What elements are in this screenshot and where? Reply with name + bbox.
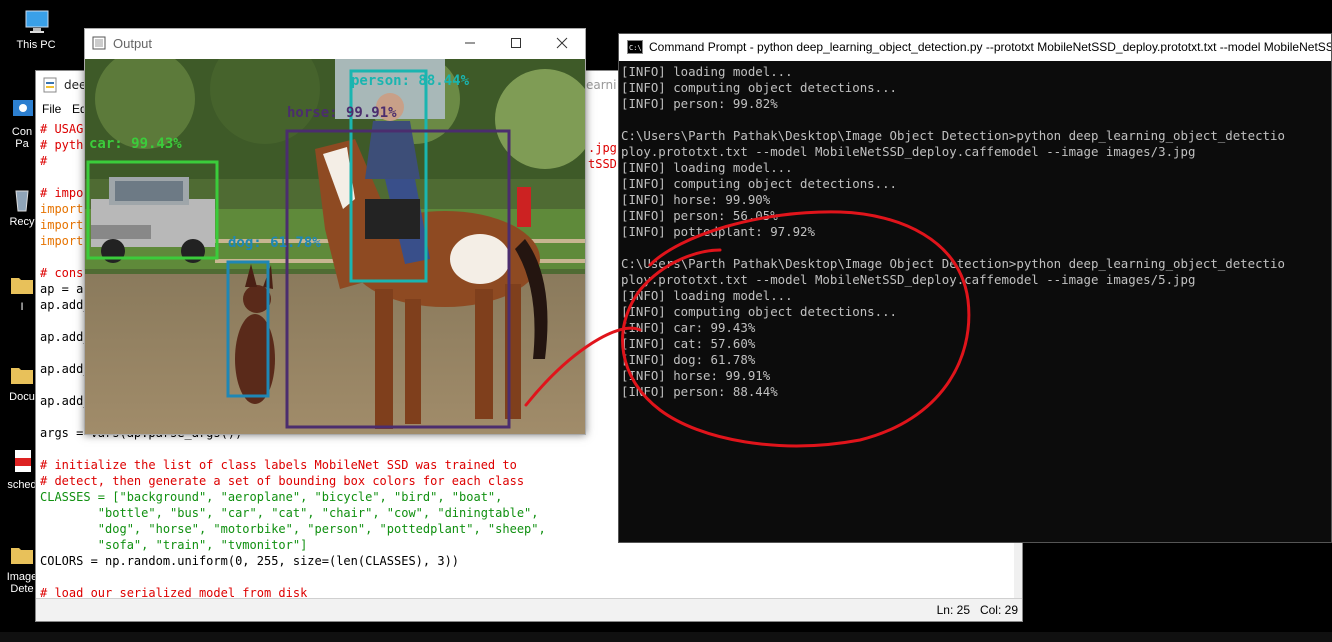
code-line: # load our serialized model from disk (40, 586, 308, 599)
desktop-icon-label: sched (7, 479, 35, 491)
label-car: car: 99.43% (89, 136, 182, 152)
status-column: Col: 29 (979, 603, 1018, 617)
console-line: [INFO] dog: 61.78% (621, 352, 756, 367)
code-line: COLORS = np.random.uniform(0, 255, size=… (40, 554, 460, 568)
console-line: [INFO] loading model... (621, 160, 793, 175)
maximize-icon (511, 38, 521, 48)
console-line: [INFO] person: 88.44% (621, 384, 778, 399)
cmd-titlebar[interactable]: C:\ Command Prompt - python deep_learnin… (619, 34, 1331, 61)
desktop-icon-label-line2: Pa (15, 138, 29, 150)
code-fragment-ssd: tSSD (588, 157, 617, 171)
pdf-icon (15, 450, 31, 472)
desktop-icon-pdf[interactable]: sched (0, 448, 35, 491)
control-panel-icon (13, 100, 33, 116)
menu-file[interactable]: File (42, 102, 61, 116)
console-line: [INFO] person: 56.05% (621, 208, 778, 223)
desktop-icon-label-line2: Dete (10, 583, 34, 595)
console-line: [INFO] computing object detections... (621, 80, 898, 95)
folder-icon (11, 548, 33, 564)
desktop-icon-image-detection[interactable]: Image Dete (0, 540, 35, 595)
console-line: [INFO] person: 99.82% (621, 96, 778, 111)
console-line: C:\Users\Parth Pathak\Desktop\Image Obje… (621, 128, 1285, 143)
desktop-icon-documents[interactable]: Docu (0, 360, 35, 403)
folder-icon (11, 278, 33, 294)
desktop-icon-label: I (20, 301, 24, 313)
label-dog: dog: 61.78% (228, 235, 321, 251)
desktop-icon-label: Docu (9, 391, 35, 403)
recycle-bin-icon (15, 190, 29, 212)
console-line: [INFO] loading model... (621, 64, 793, 79)
detection-scene: person: 88.44% horse: 99.91% car: 99.43%… (85, 59, 585, 434)
output-titlebar[interactable]: Output (85, 29, 585, 59)
desktop-icon-label: Image (6, 571, 35, 583)
command-prompt-window[interactable]: C:\ Command Prompt - python deep_learnin… (618, 33, 1332, 543)
console-line: [INFO] computing object detections... (621, 176, 898, 191)
cmd-icon: C:\ (627, 40, 643, 54)
close-button[interactable] (539, 29, 585, 59)
close-icon (556, 37, 568, 49)
console-line: [INFO] cat: 57.60% (621, 336, 756, 351)
label-person: person: 88.44% (351, 73, 470, 89)
console-line: [INFO] computing object detections... (621, 304, 898, 319)
console-line: [INFO] horse: 99.90% (621, 192, 771, 207)
taskbar (0, 632, 1332, 642)
desktop-icon-control-panel[interactable]: Con Pa (0, 95, 35, 150)
desktop-icon-label: Recy (9, 216, 35, 228)
desktop-icon-this-pc[interactable]: This PC (0, 8, 72, 51)
desktop-icon-label: Con (11, 126, 33, 138)
cmd-title: Command Prompt - python deep_learning_ob… (649, 40, 1331, 54)
detection-image: person: 88.44% horse: 99.91% car: 99.43%… (85, 59, 585, 434)
console-line: [INFO] horse: 99.91% (621, 368, 771, 383)
console-line: ploy.prototxt.txt --model MobileNetSSD_d… (621, 144, 1196, 159)
python-file-icon (43, 77, 57, 93)
window-app-icon (92, 36, 106, 50)
output-window[interactable]: Output person: 88.44% horse: 99.91% car:… (84, 28, 586, 435)
minimize-button[interactable] (447, 29, 493, 59)
console-output[interactable]: [INFO] loading model... [INFO] computing … (621, 64, 1331, 542)
minimize-icon (465, 42, 475, 44)
console-line: [INFO] car: 99.43% (621, 320, 756, 335)
editor-title-fragment-right: earni (586, 78, 617, 92)
console-line: C:\Users\Parth Pathak\Desktop\Image Obje… (621, 256, 1285, 271)
maximize-button[interactable] (493, 29, 539, 59)
code-fragment-jpg: .jpg (588, 141, 617, 155)
output-title: Output (113, 36, 153, 51)
status-line: Ln: 25 (936, 603, 970, 617)
desktop-icon-label: This PC (16, 39, 56, 51)
monitor-icon (25, 10, 49, 33)
label-horse: horse: 99.91% (287, 105, 397, 121)
console-line: ploy.prototxt.txt --model MobileNetSSD_d… (621, 272, 1196, 287)
editor-statusbar: Ln: 25 Col: 29 (36, 598, 1022, 621)
desktop-icon-recycle-bin[interactable]: Recy (0, 185, 35, 228)
console-line: [INFO] pottedplant: 97.92% (621, 224, 815, 239)
console-line: [INFO] loading model... (621, 288, 793, 303)
folder-icon (11, 368, 33, 384)
desktop-icon-folder[interactable]: I (0, 270, 35, 313)
svg-text:C:\: C:\ (629, 44, 642, 52)
